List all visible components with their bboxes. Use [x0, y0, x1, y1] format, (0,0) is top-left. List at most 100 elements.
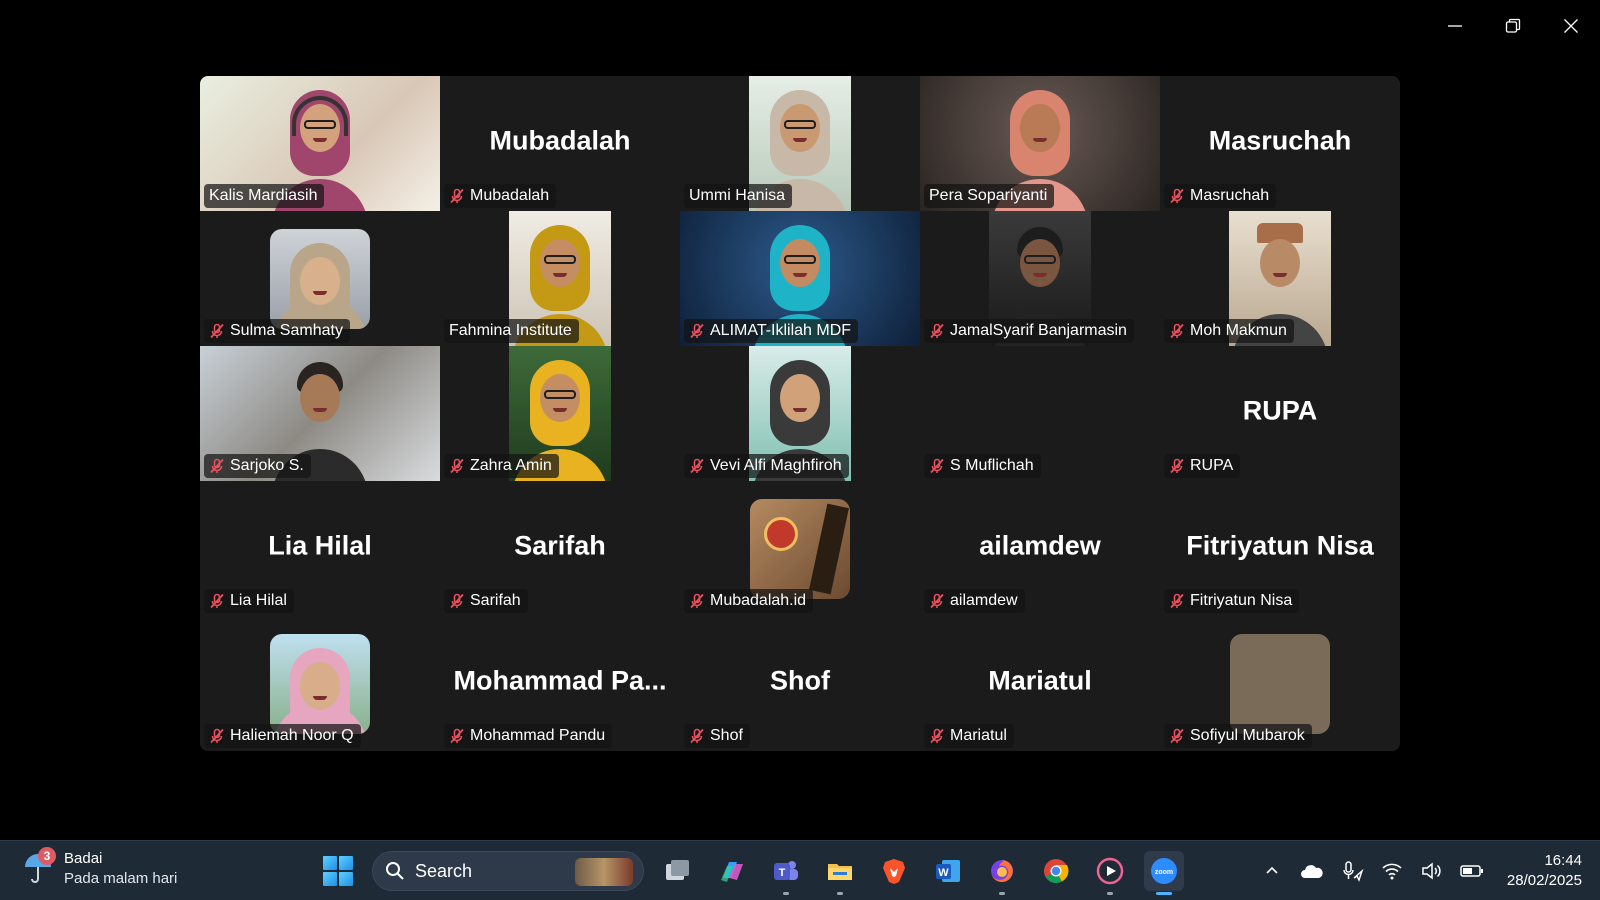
onedrive-cloud-icon[interactable]	[1299, 858, 1325, 884]
participant-tile[interactable]: Fitriyatun Nisa Fitriyatun Nisa	[1160, 481, 1400, 616]
participant-tile[interactable]: Mariatul Mariatul	[920, 616, 1160, 751]
participant-name: S Muflichah	[950, 457, 1034, 474]
participant-tile[interactable]: Lia Hilal Lia Hilal	[200, 481, 440, 616]
participant-tile[interactable]: Fahmina Institute	[440, 211, 680, 346]
participant-tile[interactable]: Mubadalah.id	[680, 481, 920, 616]
search-highlight-image	[575, 858, 633, 886]
microphone-muted-icon	[450, 593, 464, 609]
participant-name-label: Lia Hilal	[204, 589, 294, 613]
copilot-icon[interactable]	[712, 851, 752, 891]
media-player-icon[interactable]	[1090, 851, 1130, 895]
app-running-indicator	[1107, 892, 1113, 895]
participant-name: Fahmina Institute	[449, 322, 572, 339]
brave-browser-icon[interactable]	[874, 851, 914, 891]
participant-tile[interactable]: Ummi Hanisa	[680, 76, 920, 211]
participant-name-label: Vevi Alfi Maghfiroh	[684, 454, 849, 478]
participant-display-name: ailamdew	[979, 530, 1101, 560]
firefox-icon[interactable]	[982, 851, 1022, 895]
task-view-icon[interactable]	[658, 851, 698, 891]
volume-icon[interactable]	[1419, 858, 1445, 884]
restore-icon	[1505, 18, 1521, 33]
microphone-muted-icon	[690, 593, 704, 609]
minimize-button[interactable]	[1426, 0, 1484, 52]
participant-tile[interactable]: ALIMAT-Iklilah MDF	[680, 211, 920, 346]
participant-name: Mubadalah.id	[710, 592, 807, 609]
participant-display-name: RUPA	[1242, 395, 1318, 425]
battery-icon[interactable]	[1459, 858, 1485, 884]
svg-text:W: W	[938, 867, 949, 879]
microphone-muted-icon	[450, 188, 464, 204]
word-icon[interactable]: W	[928, 851, 968, 891]
close-button[interactable]	[1542, 0, 1600, 52]
minimize-icon	[1448, 25, 1462, 27]
close-icon	[1564, 19, 1578, 33]
microphone-muted-icon	[690, 458, 704, 474]
teams-icon[interactable]: T	[766, 851, 806, 895]
participant-name: Mariatul	[950, 727, 1007, 744]
microphone-muted-icon	[930, 323, 944, 339]
participant-name: ailamdew	[950, 592, 1018, 609]
restore-button[interactable]	[1484, 0, 1542, 52]
microphone-muted-icon	[1170, 728, 1184, 744]
participant-name: Fitriyatun Nisa	[1190, 592, 1293, 609]
participant-tile[interactable]: Sulma Samhaty	[200, 211, 440, 346]
search-box[interactable]: Search	[372, 851, 644, 891]
participant-name-label: JamalSyarif Banjarmasin	[924, 319, 1134, 343]
participant-name-label: Mariatul	[924, 724, 1014, 748]
chrome-icon[interactable]	[1036, 851, 1076, 891]
participant-name-label: Sarifah	[444, 589, 528, 613]
participant-display-name: Mariatul	[988, 665, 1092, 695]
microphone-muted-icon	[690, 728, 704, 744]
clock-time: 16:44	[1544, 852, 1582, 869]
start-button[interactable]	[318, 851, 358, 891]
participant-tile[interactable]: Vevi Alfi Maghfiroh	[680, 346, 920, 481]
microphone-muted-icon	[690, 323, 704, 339]
microphone-muted-icon	[210, 728, 224, 744]
participant-tile[interactable]: Mohammad Pa... Mohammad Pandu	[440, 616, 680, 751]
participant-name: Sulma Samhaty	[230, 322, 343, 339]
participant-tile[interactable]: Moh Makmun	[1160, 211, 1400, 346]
participant-profile-picture	[270, 228, 370, 329]
participant-display-name: Lia Hilal	[268, 530, 372, 560]
clock[interactable]: 16:44 28/02/2025	[1507, 851, 1582, 891]
participant-name: Mohammad Pandu	[470, 727, 606, 744]
participant-name-label: RUPA	[1164, 454, 1241, 478]
participant-tile[interactable]: JamalSyarif Banjarmasin	[920, 211, 1160, 346]
participant-tile[interactable]: Sarifah Sarifah	[440, 481, 680, 616]
participant-name-label: ailamdew	[924, 589, 1025, 613]
participant-tile[interactable]: Mubadalah Mubadalah	[440, 76, 680, 211]
weather-widget[interactable]: 3 Badai Pada malam hari	[22, 847, 177, 889]
participant-name: Shof	[710, 727, 743, 744]
chevron-up-icon[interactable]	[1259, 858, 1285, 884]
wifi-icon[interactable]	[1379, 858, 1405, 884]
participant-name: Kalis Mardiasih	[209, 187, 318, 204]
participant-name-label: Fitriyatun Nisa	[1164, 589, 1300, 613]
participant-tile[interactable]: S Muflichah	[920, 346, 1160, 481]
participant-name-label: Zahra Amin	[444, 454, 559, 478]
microphone-muted-icon	[1170, 188, 1184, 204]
participant-name-label: Sulma Samhaty	[204, 319, 350, 343]
participant-tile[interactable]: Shof Shof	[680, 616, 920, 751]
participant-tile[interactable]: Haliemah Noor Q	[200, 616, 440, 751]
microphone-location-icon[interactable]	[1339, 858, 1365, 884]
participant-tile[interactable]: Pera Sopariyanti	[920, 76, 1160, 211]
participant-tile[interactable]: Sofiyul Mubarok	[1160, 616, 1400, 751]
zoom-icon[interactable]: zoom	[1144, 851, 1184, 895]
participant-tile[interactable]: ailamdew ailamdew	[920, 481, 1160, 616]
microphone-muted-icon	[1170, 593, 1184, 609]
participant-profile-picture	[270, 633, 370, 734]
participant-name: Lia Hilal	[230, 592, 287, 609]
file-explorer-icon[interactable]	[820, 851, 860, 895]
participant-name-label: Haliemah Noor Q	[204, 724, 361, 748]
participant-name: Moh Makmun	[1190, 322, 1287, 339]
participant-tile[interactable]: RUPA RUPA	[1160, 346, 1400, 481]
participant-tile[interactable]: Masruchah Masruchah	[1160, 76, 1400, 211]
participant-name: Vevi Alfi Maghfiroh	[710, 457, 842, 474]
participant-name: Ummi Hanisa	[689, 187, 786, 204]
svg-text:zoom: zoom	[1155, 869, 1173, 876]
participant-tile[interactable]: Sarjoko S.	[200, 346, 440, 481]
participant-tile[interactable]: Zahra Amin	[440, 346, 680, 481]
participant-profile-picture	[1230, 633, 1330, 734]
participant-tile[interactable]: Kalis Mardiasih	[200, 76, 440, 211]
participant-display-name: Shof	[770, 665, 830, 695]
